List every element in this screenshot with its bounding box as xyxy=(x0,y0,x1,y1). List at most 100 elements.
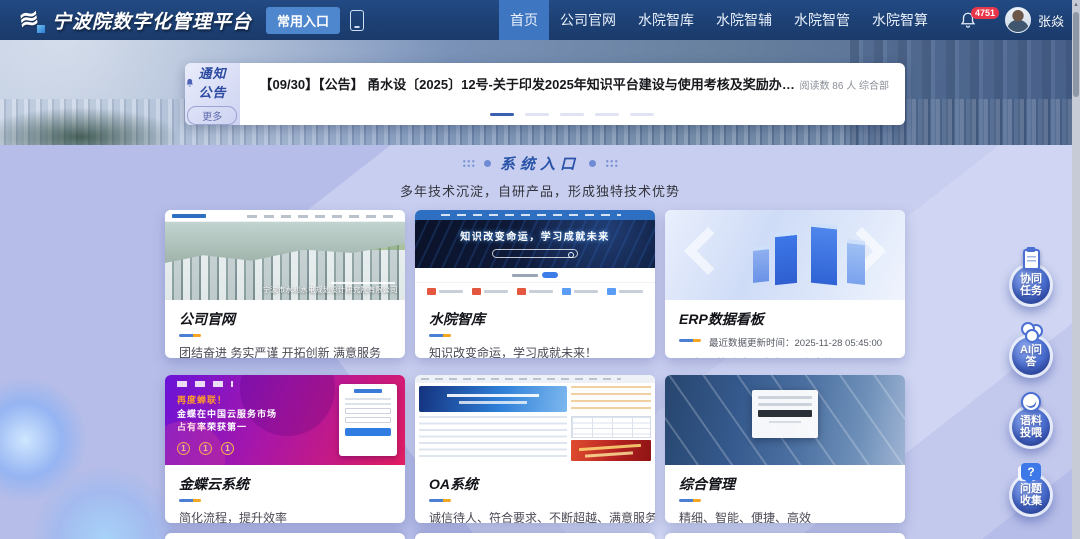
card-description: 知识改变命运，学习成就未来！ xyxy=(429,344,641,358)
page-scrollbar[interactable]: ▲ xyxy=(1072,0,1080,539)
accent-dash xyxy=(679,339,701,342)
card-title: 金蝶云系统 xyxy=(179,474,391,494)
preview-mid-strip xyxy=(415,268,655,282)
login-button-decoration xyxy=(758,410,812,417)
main-section: 系统入口 多年技术沉淀，自研产品，形成独特技术优势 宁波市水利水电规划设计研究院… xyxy=(0,145,1080,539)
card-zhiku[interactable]: 知识改变命运，学习成就未来 水院智库 知识改变命运，学习成就未来！ xyxy=(415,210,655,358)
notice-read-meta: 阅读数 86 人 综合部 xyxy=(800,74,889,92)
dot-decoration xyxy=(484,160,491,167)
float-btn-label: 语料投喂 xyxy=(1019,415,1043,440)
nav-item-zhiguan[interactable]: 水院智管 xyxy=(783,0,861,40)
notice-carousel-dots xyxy=(490,113,654,116)
wave-glyph: ≋ xyxy=(17,7,40,34)
notice-panel: 通知公告 更多 【09/30】【公告】 甬水设〔2025〕12号-关于印发202… xyxy=(185,63,905,125)
search-bar-decoration xyxy=(492,249,578,258)
card-description: 精细、智能、便捷、高效 xyxy=(679,509,891,523)
float-btn-label: AI问答 xyxy=(1019,344,1043,369)
preview-doc-items xyxy=(415,282,655,300)
section-subtitle: 多年技术沉淀，自研产品，形成独特技术优势 xyxy=(0,181,1080,200)
float-btn-collab-tasks[interactable]: 协同任务 xyxy=(1009,249,1053,307)
accent-dash xyxy=(679,499,891,502)
scrollbar-thumb[interactable] xyxy=(1073,12,1079,97)
card-erp-dashboard[interactable]: ERP数据看板 最近数据更新时间：2025-11-28 05:45:00 洞察经… xyxy=(665,210,905,358)
float-btn-label: 协同任务 xyxy=(1019,273,1043,298)
preview-navbar xyxy=(165,210,405,222)
clipboard-icon xyxy=(1023,249,1040,270)
banner-headline: 知识改变命运，学习成就未来 xyxy=(415,228,655,243)
partial-card[interactable] xyxy=(415,533,655,539)
float-btn-ai-qa[interactable]: AI问答 xyxy=(1009,321,1053,378)
dots-decoration xyxy=(605,159,618,168)
notifications-bell[interactable]: 4751 xyxy=(959,11,977,29)
glow-orb-decoration xyxy=(0,375,90,505)
accent-dash xyxy=(429,499,641,502)
preview-banner xyxy=(419,386,567,412)
glow-orb-decoration xyxy=(30,465,180,539)
nav-item-company-site[interactable]: 公司官网 xyxy=(549,0,627,40)
carousel-dot[interactable] xyxy=(595,113,619,116)
kingdee-promo-line: 占有率荣获第一 xyxy=(177,420,247,433)
tower-decoration xyxy=(775,231,797,285)
preview-side-links xyxy=(571,386,651,412)
carousel-dot[interactable] xyxy=(630,113,654,116)
mobile-phone-icon[interactable] xyxy=(350,10,364,31)
preview-toolbar xyxy=(415,375,655,383)
user-avatar[interactable] xyxy=(1005,7,1031,33)
zhiku-preview: 知识改变命运，学习成就未来 xyxy=(415,210,655,300)
section-title: 系统入口 xyxy=(500,153,580,174)
question-icon: ? xyxy=(1021,463,1041,480)
nav-item-zhifu[interactable]: 水院智辅 xyxy=(705,0,783,40)
login-card-decoration xyxy=(752,390,818,438)
card-title: OA系统 xyxy=(429,474,641,494)
oa-preview xyxy=(415,375,655,465)
card-company-website[interactable]: 宁波市水利水电规划设计研究院有限公司 公司官网 团结奋进 务实严谨 开拓创新 满… xyxy=(165,210,405,358)
card-title: ERP数据看板 xyxy=(679,309,891,329)
ai-icon xyxy=(1019,321,1043,341)
caption-line-decoration xyxy=(331,282,395,284)
feed-icon xyxy=(1021,392,1041,412)
nav-item-home[interactable]: 首页 xyxy=(499,0,549,40)
float-btn-corpus-feed[interactable]: 语料投喂 xyxy=(1009,392,1053,449)
app-title: 宁波院数字化管理平台 xyxy=(52,7,252,34)
float-btn-label: 问题收集 xyxy=(1019,483,1043,508)
kingdee-promo-line: 金蝶在中国云服务市场 xyxy=(177,407,277,420)
partial-card[interactable] xyxy=(165,533,405,539)
top-header: ≋ 宁波院数字化管理平台 常用入口 首页 公司官网 水院智库 水院智辅 水院智管… xyxy=(0,0,1080,40)
preview-red-banner xyxy=(571,440,651,461)
card-oa-system[interactable]: OA系统 诚信待人、符合要求、不断超越、满意服务 xyxy=(415,375,655,523)
scroll-up-arrow[interactable]: ▲ xyxy=(1072,0,1080,10)
card-title: 水院智库 xyxy=(429,309,641,329)
card-description: 诚信待人、符合要求、不断超越、满意服务 xyxy=(429,509,641,523)
card-title: 综合管理 xyxy=(679,474,891,494)
hero-foliage-decoration xyxy=(0,107,180,145)
notice-more-button[interactable]: 更多 xyxy=(187,106,237,125)
carousel-dot[interactable] xyxy=(525,113,549,116)
brand-logos-decoration xyxy=(177,381,233,387)
medal-icon: 1 xyxy=(199,442,212,455)
card-description: 洞察经营动态，数据驱动决策 xyxy=(679,355,891,358)
nav-item-zhiku[interactable]: 水院智库 xyxy=(627,0,705,40)
section-header: 系统入口 多年技术沉淀，自研产品，形成独特技术优势 xyxy=(0,145,1080,200)
carousel-dot[interactable] xyxy=(490,113,514,116)
accent-dash xyxy=(429,334,641,337)
floating-tools: 协同任务 AI问答 语料投喂 ? 问题收集 xyxy=(1009,249,1053,517)
notice-panel-title: 通知公告 xyxy=(199,63,240,101)
preview-table xyxy=(571,416,651,438)
float-btn-issue-collect[interactable]: ? 问题收集 xyxy=(1009,463,1053,517)
carousel-dot[interactable] xyxy=(560,113,584,116)
admin-preview xyxy=(665,375,905,465)
company-name-caption: 宁波市水利水电规划设计研究院有限公司 xyxy=(263,285,398,295)
kingdee-preview: 再度蝉联！ 金蝶在中国云服务市场 占有率荣获第一 1 1 1 xyxy=(165,375,405,465)
preview-link-list xyxy=(419,416,567,461)
card-admin-management[interactable]: 综合管理 精细、智能、便捷、高效 xyxy=(665,375,905,523)
chevron-left-decoration xyxy=(684,227,732,275)
partial-card[interactable] xyxy=(665,533,905,539)
quick-entry-button[interactable]: 常用入口 xyxy=(266,7,340,34)
card-kingdee-cloud[interactable]: 再度蝉联！ 金蝶在中国云服务市场 占有率荣获第一 1 1 1 xyxy=(165,375,405,523)
notice-panel-left: 通知公告 更多 xyxy=(185,63,240,125)
nav-item-zhisuan[interactable]: 水院智算 xyxy=(861,0,939,40)
erp-preview xyxy=(665,210,905,300)
preview-banner: 知识改变命运，学习成就未来 xyxy=(415,220,655,268)
notice-headline-link[interactable]: 【09/30】【公告】 甬水设〔2025〕12号-关于印发2025年知识平台建设… xyxy=(260,74,800,93)
login-panel-decoration xyxy=(339,384,397,456)
